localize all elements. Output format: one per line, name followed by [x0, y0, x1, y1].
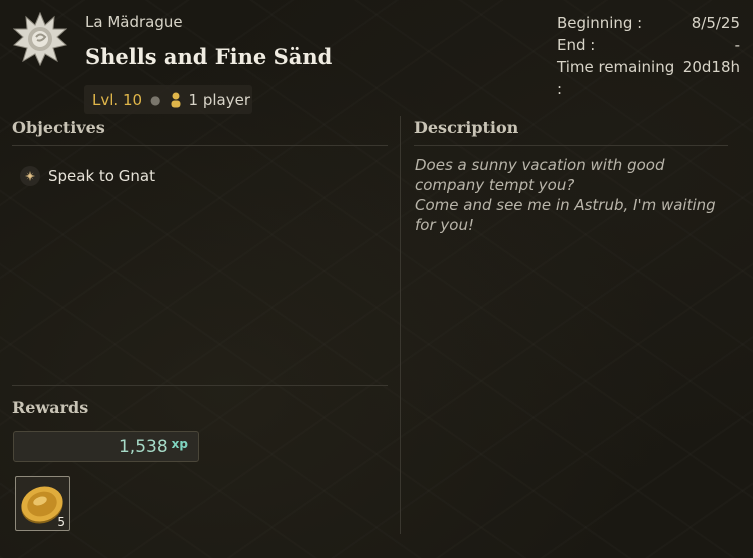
quest-meta: Lvl. 10 ● 1 player — [84, 85, 252, 114]
remaining-value: 20d18h — [682, 58, 740, 76]
quest-title: Shells and Fine Sänd — [85, 44, 333, 69]
quest-area: La Mädrague — [85, 13, 183, 31]
description-line: company tempt you? — [415, 176, 575, 194]
sun-quest-icon — [13, 12, 67, 66]
separator-dot: ● — [150, 92, 161, 107]
player-icon — [171, 92, 181, 107]
xp-value: 1,538 — [118, 436, 168, 457]
description-divider — [414, 145, 728, 146]
xp-unit: xp — [171, 436, 188, 451]
remaining-label: Time remaining : — [557, 58, 675, 98]
quest-dates: Beginning : 8/5/25 End : - Time remainin… — [557, 12, 740, 100]
description-line: Does a sunny vacation with good — [415, 156, 665, 174]
quest-level: Lvl. 10 — [92, 90, 143, 109]
column-divider — [400, 116, 401, 534]
rewards-title: Rewards — [12, 398, 89, 417]
xp-reward: 1,538 xp — [13, 431, 199, 462]
rewards-divider — [12, 385, 388, 386]
description-title: Description — [414, 118, 519, 137]
objectives-title: Objectives — [12, 118, 105, 137]
beginning-label: Beginning : — [557, 14, 643, 32]
description-line: for you! — [415, 216, 474, 234]
objective-item[interactable]: Speak to Gnat — [20, 166, 155, 186]
quest-header: La Mädrague Shells and Fine Sänd Lvl. 10… — [0, 0, 753, 115]
item-quantity: 5 — [57, 515, 65, 529]
description-line: Come and see me in Astrub, I'm waiting — [415, 196, 716, 214]
quest-players: 1 player — [188, 90, 250, 109]
objective-label: Speak to Gnat — [48, 167, 155, 185]
end-value: - — [734, 36, 740, 54]
beginning-value: 8/5/25 — [691, 14, 740, 32]
description-text: Does a sunny vacation with good company … — [415, 155, 725, 235]
end-label: End : — [557, 36, 596, 54]
objectives-divider — [12, 145, 388, 146]
reward-item-slot[interactable]: 5 — [15, 476, 70, 531]
objective-bullet-icon — [20, 166, 40, 186]
